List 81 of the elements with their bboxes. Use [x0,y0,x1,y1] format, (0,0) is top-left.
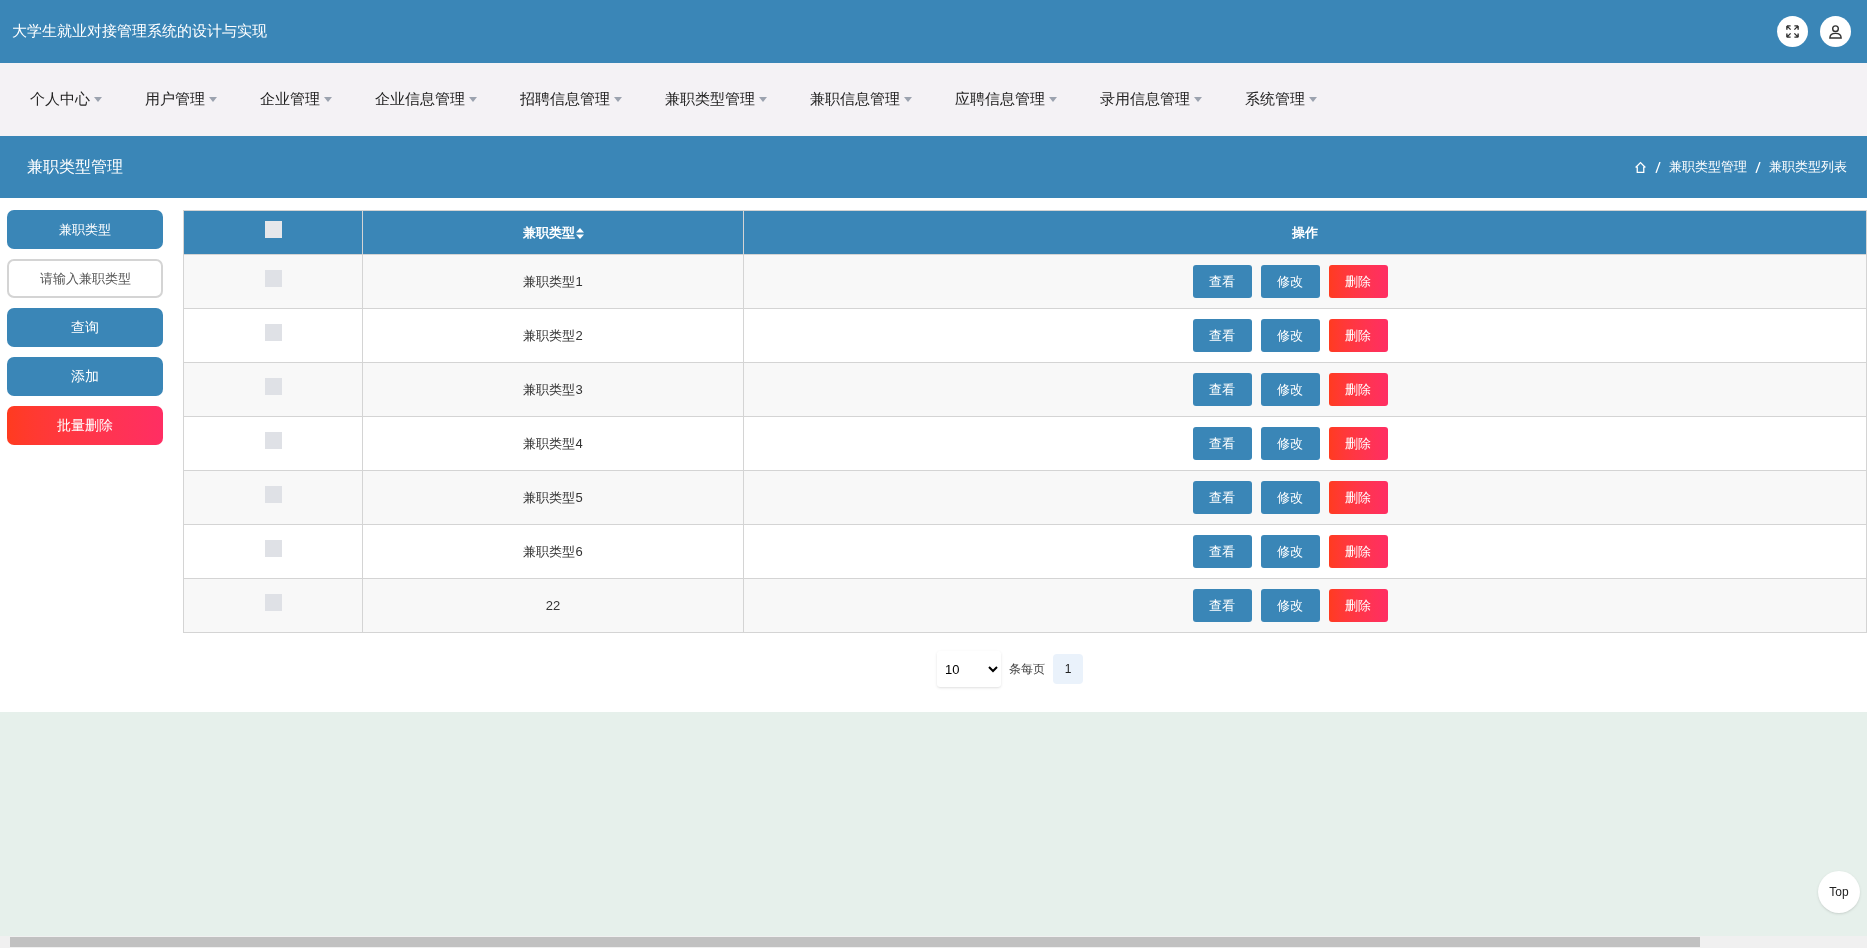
back-to-top-button[interactable]: Top [1818,871,1860,913]
checkbox[interactable] [264,221,282,239]
checkbox[interactable] [264,594,282,612]
menu-item[interactable]: 用户管理 [135,88,227,111]
per-page-label: 条每页 [1009,661,1045,678]
checkbox[interactable] [264,324,282,342]
checkbox[interactable] [264,432,282,450]
action-button[interactable]: 删除 [1328,535,1388,568]
header-cell: 操作 [743,210,1867,255]
fullscreen-button[interactable] [1777,16,1808,47]
action-button[interactable]: 修改 [1260,319,1320,352]
action-button[interactable]: 修改 [1260,265,1320,298]
action-button[interactable]: 查看 [1192,427,1252,460]
action-button[interactable]: 查看 [1192,535,1252,568]
table-cell: 兼职类型4 [362,416,744,471]
action-button[interactable]: 查看 [1192,589,1252,622]
action-button[interactable]: 修改 [1260,589,1320,622]
table-cell: 22 [362,578,744,633]
sidebar-button[interactable]: 添加 [7,357,163,396]
user-button[interactable] [1820,16,1851,47]
page-title: 兼职类型管理 [27,157,123,177]
caret-icon [614,97,622,102]
breadcrumb-link[interactable]: 兼职类型管理 [1669,157,1747,177]
caret-icon [324,97,332,102]
caret-icon [1309,97,1317,102]
action-button[interactable]: 查看 [1192,265,1252,298]
checkbox[interactable] [264,540,282,558]
sidebar-button[interactable]: 查询 [7,308,163,347]
menu-item[interactable]: 兼职信息管理 [800,88,922,111]
expand-icon [1785,24,1800,39]
menu-item[interactable]: 录用信息管理 [1090,88,1212,111]
action-button[interactable]: 删除 [1328,589,1388,622]
action-button[interactable]: 查看 [1192,481,1252,514]
menu-item[interactable]: 应聘信息管理 [945,88,1067,111]
field-label: 兼职类型 [7,210,163,249]
menu-item[interactable]: 个人中心 [20,88,112,111]
caret-icon [1049,97,1057,102]
checkbox[interactable] [264,270,282,288]
menu-item[interactable]: 企业信息管理 [365,88,487,111]
action-button[interactable]: 删除 [1328,481,1388,514]
action-button[interactable]: 修改 [1260,535,1320,568]
table-cell: 兼职类型1 [362,254,744,309]
slash-icon [1755,161,1761,173]
app-title: 大学生就业对接管理系统的设计与实现 [12,21,267,42]
page-size-select[interactable]: 10 [937,651,1001,687]
action-button[interactable]: 删除 [1328,373,1388,406]
table-cell: 兼职类型6 [362,524,744,579]
table-cell: 兼职类型2 [362,308,744,363]
sort-icon [575,227,584,239]
search-field[interactable]: 请输入兼职类型 [7,259,163,298]
horizontal-scrollbar[interactable] [0,936,1867,948]
action-button[interactable]: 修改 [1260,373,1320,406]
action-button[interactable]: 修改 [1260,481,1320,514]
table-cell: 兼职类型5 [362,470,744,525]
menu-item[interactable]: 兼职类型管理 [655,88,777,111]
checkbox[interactable] [264,378,282,396]
action-button[interactable]: 删除 [1328,265,1388,298]
sidebar-button[interactable]: 批量删除 [7,406,163,445]
sortable-header[interactable]: 兼职类型 [362,210,744,255]
action-button[interactable]: 删除 [1328,427,1388,460]
user-icon [1828,24,1843,39]
caret-icon [94,97,102,102]
checkbox[interactable] [264,486,282,504]
table-cell: 兼职类型3 [362,362,744,417]
slash-icon [1655,161,1661,173]
action-button[interactable]: 查看 [1192,319,1252,352]
menu-item[interactable]: 企业管理 [250,88,342,111]
action-button[interactable]: 查看 [1192,373,1252,406]
home-icon[interactable] [1634,160,1647,174]
menu-item[interactable]: 招聘信息管理 [510,88,632,111]
scrollbar-thumb[interactable] [10,937,1700,947]
caret-icon [1194,97,1202,102]
caret-icon [209,97,217,102]
page-button[interactable]: 1 [1053,654,1083,684]
breadcrumb-link[interactable]: 兼职类型列表 [1769,157,1847,177]
caret-icon [904,97,912,102]
caret-icon [469,97,477,102]
action-button[interactable]: 删除 [1328,319,1388,352]
menu-item[interactable]: 系统管理 [1235,88,1327,111]
action-button[interactable]: 修改 [1260,427,1320,460]
caret-icon [759,97,767,102]
